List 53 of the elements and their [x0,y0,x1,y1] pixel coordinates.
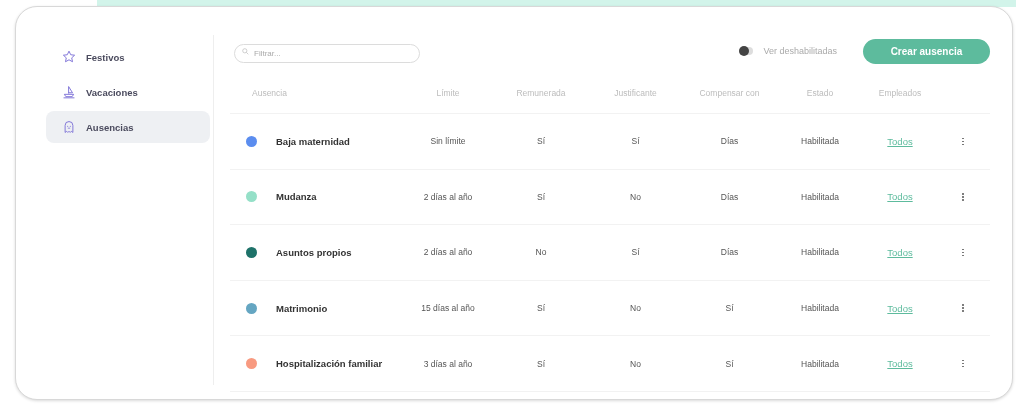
sidebar-item[interactable]: Vacaciones [46,76,210,108]
employees-link[interactable]: Todos [887,135,913,147]
column-header: Estado [805,88,835,98]
column-header: Ausencia [251,88,288,98]
column-header: Remunerada [515,88,567,98]
table-cell: Habilitada [801,247,839,258]
star-icon [62,50,76,64]
table-cell: 2 días al año [423,247,473,258]
column-header: Justificante [613,88,658,98]
column-header: Compensar con [698,88,761,98]
table-cell: No [630,191,641,202]
toggle-label: Ver deshabilitadas [763,46,837,56]
absence-name: Mudanza [276,191,317,203]
column-header: Empleados [877,88,923,98]
table-cell: Sí [537,358,545,369]
table-cell: No [630,303,641,314]
table-cell: Habilitada [801,358,839,369]
table-cell: Habilitada [801,191,839,202]
table-cell: Sí [725,303,734,314]
table-cell: Sí [631,247,640,258]
table-cell: Sin límite [430,136,466,147]
search-icon [242,47,249,55]
sailboat-icon [62,85,76,99]
table-cell: Días [720,247,739,258]
table-cell: Días [720,136,739,147]
table-cell: Sí [537,303,545,314]
table-cell: 2 días al año [423,191,473,202]
employees-link[interactable]: Todos [887,191,913,203]
table-cell: Sí [631,136,640,147]
table-cell: Días [720,191,739,202]
table-cell: Sí [537,136,545,147]
toggle-switch[interactable] [739,47,754,55]
table-cell: Sí [725,358,734,369]
filter-field[interactable]: Filtrar... [234,43,420,63]
table-cell: 3 días al año [423,358,473,369]
absence-name: Baja maternidad [276,135,350,147]
sidebar-item[interactable]: Ausencias [46,111,210,143]
sidebar-item[interactable]: Festivos [46,41,210,73]
table-cell: 15 días al año [421,303,475,314]
table-cell: No [630,358,641,369]
table-cell: Sí [537,191,545,202]
employees-link[interactable]: Todos [887,358,913,370]
table-cell: No [535,247,547,258]
table-cell: Habilitada [801,303,839,314]
column-header: Límite [435,88,461,98]
absence-name: Matrimonio [276,302,328,314]
create-button[interactable]: Crear ausencia [863,38,990,64]
table-cell: Habilitada [801,136,839,147]
employees-link[interactable]: Todos [887,247,913,258]
absence-name: Asuntos propios [276,247,352,258]
employees-link[interactable]: Todos [887,302,913,314]
absence-name: Hospitalización familiar [276,358,383,370]
ghost-icon [62,120,76,134]
